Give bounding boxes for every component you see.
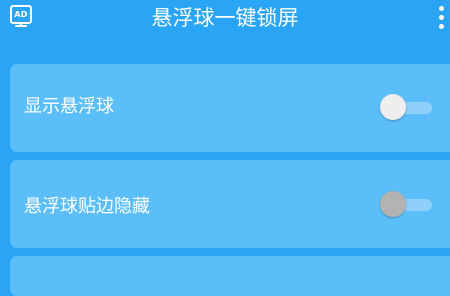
page-title: 悬浮球一键锁屏 — [151, 6, 299, 30]
setting-label: 显示悬浮球 — [24, 96, 114, 117]
edge-hide-toggle[interactable] — [380, 189, 436, 219]
setting-row-edge-hide[interactable]: 悬浮球贴边隐藏 — [10, 160, 450, 248]
app-bar: AD 悬浮球一键锁屏 — [0, 0, 450, 44]
more-vertical-icon[interactable] — [438, 6, 446, 32]
setting-label: 悬浮球贴边隐藏 — [24, 196, 150, 217]
show-ball-toggle[interactable] — [380, 92, 436, 122]
setting-row-partial[interactable] — [10, 256, 450, 296]
toggle-thumb — [380, 191, 406, 217]
toggle-thumb — [380, 94, 406, 120]
setting-row-show-ball[interactable]: 显示悬浮球 — [10, 64, 450, 152]
